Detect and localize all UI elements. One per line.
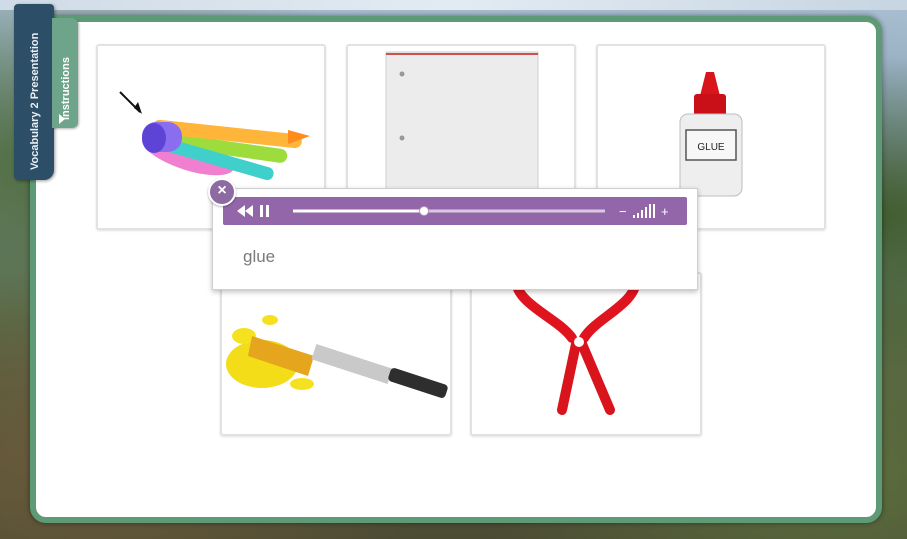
scissors-image <box>511 275 641 415</box>
card-scissors[interactable] <box>470 272 702 436</box>
audio-popup: − + glue <box>212 188 698 290</box>
progress-slider[interactable] <box>293 206 605 216</box>
player-controls: − + <box>237 204 669 219</box>
instructions-label: Instructions <box>60 57 72 120</box>
close-icon[interactable]: × <box>208 178 236 206</box>
play-arrow-icon <box>59 114 65 124</box>
volume-up-button[interactable]: + <box>661 204 669 219</box>
card-paintbrush[interactable] <box>220 272 452 436</box>
pause-icon[interactable] <box>260 205 269 217</box>
paintbrush-image <box>226 315 448 398</box>
volume-down-button[interactable]: − <box>619 204 627 219</box>
presentation-title: Vocabulary 2 Presentation <box>29 32 41 170</box>
top-strip <box>0 0 907 10</box>
volume-bars-icon[interactable] <box>633 204 655 218</box>
instructions-tab[interactable]: Instructions <box>52 18 78 128</box>
audio-player: − + <box>223 197 687 225</box>
rewind-icon[interactable] <box>237 205 253 217</box>
presentation-title-tab: Vocabulary 2 Presentation <box>14 4 54 180</box>
glue-label: GLUE <box>697 142 725 153</box>
vocabulary-word: glue <box>243 247 276 266</box>
